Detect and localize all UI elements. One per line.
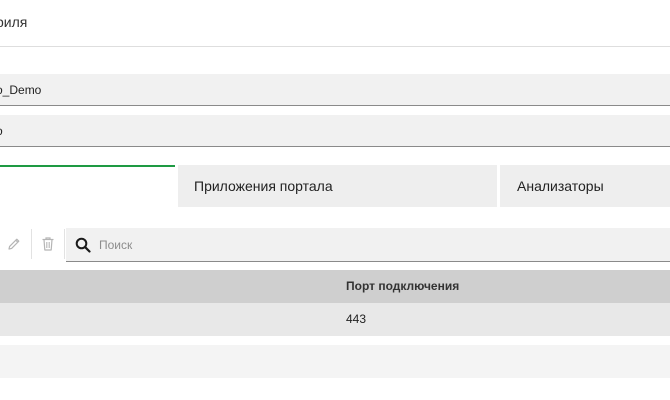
second-field[interactable]: o xyxy=(0,115,670,147)
search-input[interactable] xyxy=(99,237,579,252)
tab-analyzers-label: Анализаторы xyxy=(517,178,604,194)
search-box[interactable] xyxy=(66,228,670,262)
table-cell-port: 443 xyxy=(346,312,367,326)
second-field-value: o xyxy=(0,124,3,138)
tab-active[interactable] xyxy=(0,165,175,207)
toolbar-separator xyxy=(64,229,65,259)
search-icon xyxy=(75,237,91,253)
column-header-port[interactable]: Порт подключения xyxy=(346,270,459,303)
page-title: риля xyxy=(0,14,28,30)
title-divider xyxy=(0,46,670,47)
edit-button[interactable] xyxy=(0,229,29,259)
table-header: Порт подключения xyxy=(0,270,670,303)
pencil-icon xyxy=(8,238,20,250)
name-field-value: o_Demo xyxy=(0,82,42,97)
table-row[interactable]: 443 xyxy=(0,303,670,336)
tab-portal-apps-label: Приложения портала xyxy=(194,178,333,194)
trash-icon xyxy=(42,237,54,251)
table-row-empty xyxy=(0,345,670,378)
toolbar-separator xyxy=(31,229,32,259)
name-field[interactable]: o_Demo xyxy=(0,74,670,106)
tab-analyzers[interactable]: Анализаторы xyxy=(500,165,670,207)
tab-portal-apps[interactable]: Приложения портала xyxy=(178,165,497,207)
delete-button[interactable] xyxy=(33,229,63,259)
